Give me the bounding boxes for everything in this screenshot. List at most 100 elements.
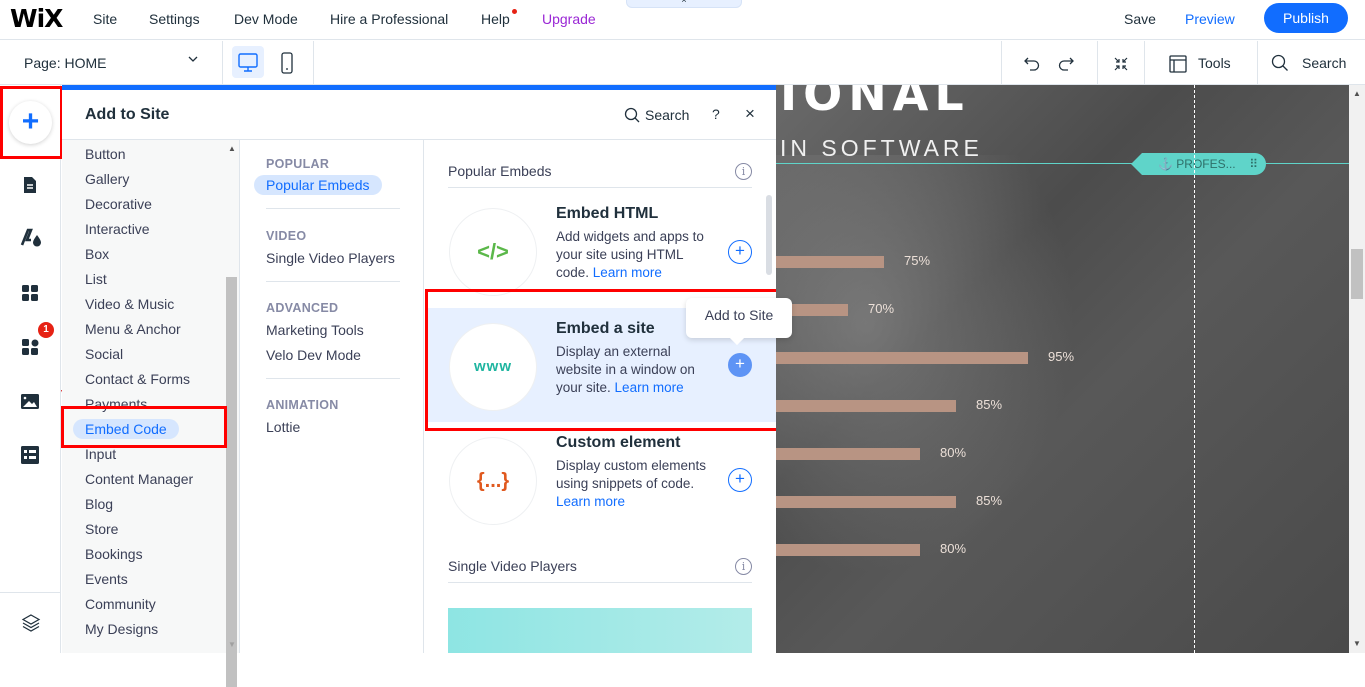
subcategory-heading: ANIMATION — [266, 398, 339, 412]
close-icon[interactable]: × — [745, 104, 755, 124]
skill-percent-label[interactable]: 95% — [1048, 349, 1074, 364]
site-canvas[interactable]: IONAL IN SOFTWARE ⚓ PROFES... ⠿ 75% 70% 95… — [776, 85, 1349, 653]
layers-icon[interactable] — [20, 612, 41, 632]
skill-percent-label[interactable]: 85% — [976, 493, 1002, 508]
skill-bar[interactable] — [776, 448, 920, 460]
panel-search-icon[interactable] — [624, 107, 641, 129]
category-bookings[interactable]: Bookings — [85, 546, 143, 562]
chevron-down-icon[interactable] — [187, 53, 199, 68]
category-input[interactable]: Input — [85, 446, 116, 462]
mobile-view-button[interactable] — [277, 51, 297, 75]
skill-bar[interactable] — [776, 352, 1028, 364]
divider — [1001, 41, 1002, 85]
category-interactive[interactable]: Interactive — [85, 221, 150, 237]
item-description: Add widgets and apps to your site using … — [556, 228, 716, 282]
category-box[interactable]: Box — [85, 246, 109, 262]
search-icon[interactable] — [1270, 53, 1290, 78]
apps-grid-icon[interactable] — [20, 283, 40, 303]
category-events[interactable]: Events — [85, 571, 128, 587]
category-scrollbar-thumb[interactable] — [226, 277, 237, 687]
subcategory-lottie[interactable]: Lottie — [266, 419, 300, 435]
section-title: Popular Embeds — [448, 163, 552, 179]
divider — [0, 592, 61, 593]
divider — [1144, 41, 1145, 85]
divider — [1257, 41, 1258, 85]
anchor-tag[interactable]: ⚓ PROFES... ⠿ — [1131, 153, 1266, 175]
skill-bar[interactable] — [776, 256, 884, 268]
save-button[interactable]: Save — [1124, 11, 1156, 27]
panel-search-button[interactable]: Search — [645, 107, 689, 123]
skill-bar[interactable] — [776, 496, 956, 508]
category-my-designs[interactable]: My Designs — [85, 621, 158, 637]
skill-percent-label[interactable]: 75% — [904, 253, 930, 268]
collapse-tab[interactable]: × — [626, 0, 742, 8]
site-headline[interactable]: IONAL — [780, 85, 970, 121]
section-title: Single Video Players — [448, 558, 577, 574]
undo-icon[interactable] — [1022, 54, 1042, 79]
info-icon[interactable]: i — [735, 558, 752, 575]
drag-handle-icon[interactable]: ⠿ — [1249, 153, 1258, 175]
custom-element-item[interactable]: {...} Custom element Display custom elem… — [425, 422, 776, 536]
tools-button[interactable]: Tools — [1198, 55, 1231, 71]
category-menu-anchor[interactable]: Menu & Anchor — [85, 321, 181, 337]
collapse-icon: × — [681, 0, 687, 5]
category-community[interactable]: Community — [85, 596, 156, 612]
subcategory-marketing-tools[interactable]: Marketing Tools — [266, 322, 364, 338]
content-scrollbar-thumb[interactable] — [766, 195, 772, 275]
media-icon[interactable] — [20, 391, 40, 411]
tools-icon[interactable] — [1167, 53, 1189, 80]
category-gallery[interactable]: Gallery — [85, 171, 129, 187]
design-icon[interactable] — [20, 227, 44, 247]
scroll-up-arrow[interactable]: ▲ — [228, 144, 236, 153]
add-embed-html-button[interactable]: + — [728, 240, 752, 264]
skill-bar[interactable] — [776, 400, 956, 412]
skill-percent-label[interactable]: 80% — [940, 541, 966, 556]
redo-icon[interactable] — [1056, 54, 1076, 79]
category-video-music[interactable]: Video & Music — [85, 296, 174, 312]
subcategory-single-video-players[interactable]: Single Video Players — [266, 250, 395, 266]
pages-icon[interactable] — [20, 175, 40, 195]
category-social[interactable]: Social — [85, 346, 123, 362]
help-icon[interactable]: ? — [712, 106, 720, 122]
category-content-manager[interactable]: Content Manager — [85, 471, 193, 487]
skill-percent-label[interactable]: 70% — [868, 301, 894, 316]
category-button[interactable]: Button — [85, 146, 125, 162]
wix-logo[interactable]: WiX — [10, 4, 63, 33]
menu-upgrade[interactable]: Upgrade — [542, 11, 596, 27]
search-button[interactable]: Search — [1302, 55, 1346, 71]
scroll-down-arrow[interactable]: ▼ — [228, 640, 236, 649]
canvas-scrollbar-thumb[interactable] — [1351, 249, 1363, 299]
skill-bar[interactable] — [776, 544, 920, 556]
preview-button[interactable]: Preview — [1185, 11, 1235, 27]
category-contact-forms[interactable]: Contact & Forms — [85, 371, 190, 387]
category-store[interactable]: Store — [85, 521, 118, 537]
site-subheading[interactable]: IN SOFTWARE — [780, 135, 983, 162]
video-player-thumbnail[interactable] — [448, 608, 752, 653]
menu-settings[interactable]: Settings — [149, 11, 200, 27]
desktop-view-button[interactable] — [232, 46, 264, 78]
menu-help[interactable]: Help — [481, 11, 510, 27]
subcategory-popular-embeds[interactable]: Popular Embeds — [254, 175, 382, 195]
category-decorative[interactable]: Decorative — [85, 196, 152, 212]
menu-site[interactable]: Site — [93, 11, 117, 27]
subcategory-velo-dev-mode[interactable]: Velo Dev Mode — [266, 347, 361, 363]
canvas-scrollbar[interactable]: ▲ ▼ — [1349, 85, 1365, 653]
scroll-up-arrow[interactable]: ▲ — [1353, 89, 1361, 98]
learn-more-link[interactable]: Learn more — [556, 494, 625, 509]
learn-more-link[interactable]: Learn more — [593, 265, 662, 280]
category-blog[interactable]: Blog — [85, 496, 113, 512]
scroll-down-arrow[interactable]: ▼ — [1353, 639, 1361, 648]
skill-percent-label[interactable]: 80% — [940, 445, 966, 460]
zoom-out-icon[interactable] — [1111, 54, 1131, 79]
cms-icon[interactable] — [20, 445, 40, 465]
page-selector[interactable]: Page: HOME — [24, 55, 106, 71]
add-custom-element-button[interactable]: + — [728, 468, 752, 492]
publish-button[interactable]: Publish — [1264, 3, 1348, 33]
divider — [222, 41, 223, 85]
app-market-icon[interactable] — [20, 337, 40, 357]
category-list-item[interactable]: List — [85, 271, 107, 287]
skill-percent-label[interactable]: 85% — [976, 397, 1002, 412]
menu-dev-mode[interactable]: Dev Mode — [234, 11, 298, 27]
info-icon[interactable]: i — [735, 163, 752, 180]
menu-hire-professional[interactable]: Hire a Professional — [330, 11, 448, 27]
